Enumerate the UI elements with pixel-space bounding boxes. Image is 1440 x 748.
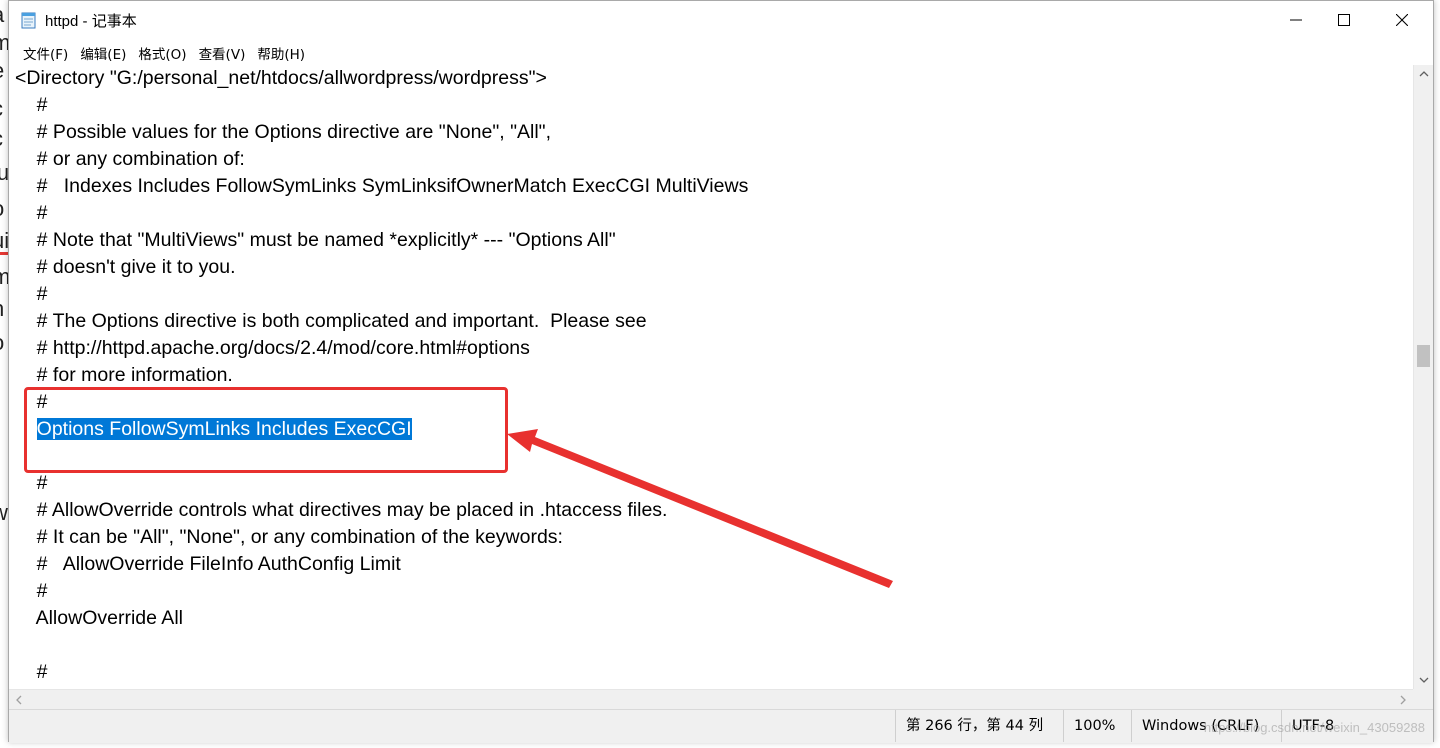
bg-text: o <box>0 330 4 356</box>
chevron-up-icon <box>1419 71 1429 77</box>
status-bar: 第 266 行，第 44 列 100% Windows (CRLF) UTF-8… <box>9 709 1433 743</box>
code-line: # The Options directive is both complica… <box>15 310 647 332</box>
code-line: # <box>15 472 48 494</box>
close-icon <box>1396 14 1408 26</box>
window-title: httpd - 记事本 <box>45 13 137 30</box>
scroll-down-button[interactable] <box>1414 671 1434 689</box>
zoom-level: 100% <box>1063 710 1131 742</box>
bg-text: w <box>0 500 8 526</box>
bg-text: o <box>0 196 4 222</box>
horizontal-scrollbar[interactable] <box>9 689 1413 709</box>
scroll-right-button[interactable] <box>1393 691 1413 709</box>
code-line: # http://httpd.apache.org/docs/2.4/mod/c… <box>15 337 530 359</box>
menu-bar: 文件(F) 编辑(E) 格式(O) 查看(V) 帮助(H) <box>9 39 1433 65</box>
scroll-left-button[interactable] <box>9 691 29 709</box>
bg-text: a <box>0 2 4 28</box>
annotation-highlight-box <box>24 387 508 473</box>
menu-edit[interactable]: 编辑(E) <box>74 39 132 65</box>
bg-text: e <box>0 58 4 84</box>
code-line: # It can be "All", "None", or any combin… <box>15 526 563 548</box>
code-line: # AllowOverride controls what directives… <box>15 499 668 521</box>
scrollbar-corner <box>1413 689 1433 709</box>
chevron-right-icon <box>1400 695 1406 705</box>
code-line: # AllowOverride FileInfo AuthConfig Limi… <box>15 553 401 575</box>
bg-text: c <box>0 126 3 152</box>
code-line: AllowOverride All <box>15 607 183 629</box>
notepad-icon <box>21 12 36 29</box>
code-line: # <box>15 283 48 305</box>
code-line: <Directory "G:/personal_net/htdocs/allwo… <box>15 67 547 89</box>
code-line: # Possible values for the Options direct… <box>15 121 552 143</box>
maximize-icon <box>1338 14 1350 26</box>
code-line: # <box>15 202 48 224</box>
cursor-position: 第 266 行，第 44 列 <box>895 710 1063 742</box>
menu-format[interactable]: 格式(O) <box>132 39 192 65</box>
code-line: # for more information. <box>15 364 233 386</box>
code-line: # Note that "MultiViews" must be named *… <box>15 229 616 251</box>
vertical-scrollbar[interactable] <box>1413 65 1433 689</box>
menu-view[interactable]: 查看(V) <box>193 39 252 65</box>
code-line: # doesn't give it to you. <box>15 256 236 278</box>
notepad-window: httpd - 记事本 文件(F) 编辑(E) 格式(O) 查看(V) 帮助(H… <box>8 0 1434 743</box>
chevron-down-icon <box>1419 677 1429 683</box>
menu-file[interactable]: 文件(F) <box>17 39 74 65</box>
code-line: # <box>15 94 48 116</box>
maximize-button[interactable] <box>1315 1 1373 39</box>
code-line: # <box>15 661 48 683</box>
watermark: https://blog.csdn.net/weixin_43059288 <box>1203 720 1425 735</box>
close-button[interactable] <box>1373 1 1431 39</box>
chevron-left-icon <box>16 695 22 705</box>
bg-text: h <box>0 296 4 322</box>
scroll-up-button[interactable] <box>1414 65 1434 83</box>
minimize-icon <box>1290 19 1302 21</box>
code-line: # <box>15 580 48 602</box>
text-editor-area[interactable]: <Directory "G:/personal_net/htdocs/allwo… <box>9 65 1413 689</box>
code-line: # or any combination of: <box>15 148 245 170</box>
bg-text: c <box>0 96 3 122</box>
title-bar[interactable]: httpd - 记事本 <box>9 1 1433 39</box>
code-line: # Indexes Includes FollowSymLinks SymLin… <box>15 175 749 197</box>
vertical-scroll-thumb[interactable] <box>1417 345 1430 367</box>
menu-help[interactable]: 帮助(H) <box>251 39 311 65</box>
